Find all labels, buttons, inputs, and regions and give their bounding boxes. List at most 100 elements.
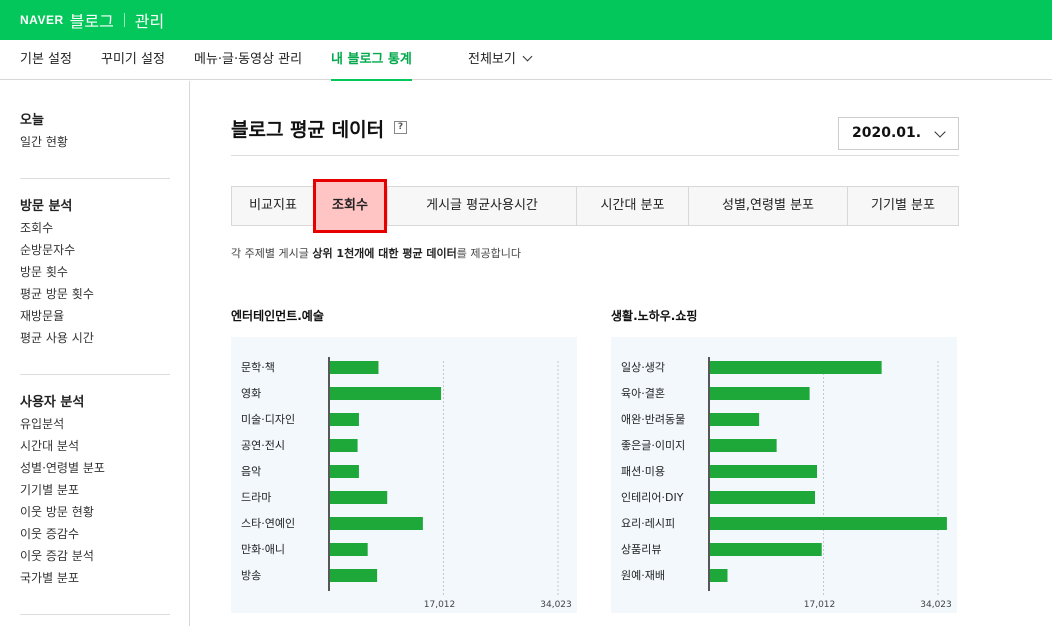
menu-view-all[interactable]: 전체보기 [468, 40, 533, 80]
sidebar-item-avg-time[interactable]: 평균 사용 시간 [20, 327, 170, 349]
chart-panel-living: 생활.노하우.쇼핑 17,012 34,023 일상·생각육아·결혼애완·반려동물좋… [611, 307, 957, 613]
bar-chart: 17,012 34,023 일상·생각육아·결혼애완·반려동물좋은글·이미지패션·미… [621, 357, 952, 610]
bar[interactable] [710, 361, 882, 374]
bar[interactable] [710, 491, 815, 504]
category-label: 영화 [241, 387, 261, 400]
sidebar-divider [20, 178, 170, 179]
category-label: 드라마 [241, 491, 271, 504]
category-label: 요리·레시피 [621, 517, 675, 530]
sidebar-item-device[interactable]: 기기별 분포 [20, 479, 170, 501]
sidebar-section-today: 오늘 일간 현황 [20, 109, 170, 153]
sidebar-item-neighbor-change[interactable]: 이웃 증감수 [20, 523, 170, 545]
view-all-label: 전체보기 [468, 52, 516, 67]
admin-label[interactable]: 관리 [135, 8, 164, 32]
page-title: 블로그 평균 데이터 [231, 119, 385, 141]
description-bold: 상위 1천개에 대한 평균 데이터 [312, 247, 457, 260]
help-icon[interactable]: ? [394, 121, 407, 134]
bar[interactable] [710, 387, 810, 400]
sidebar-section-title: 사용자 분석 [20, 395, 85, 410]
chart-title: 엔터테인먼트.예술 [231, 309, 324, 323]
category-label: 좋은글·이미지 [621, 439, 685, 452]
category-label: 미술·디자인 [241, 413, 295, 426]
tab-gender-age[interactable]: 성별,연령별 분포 [688, 187, 847, 225]
sidebar-item-country[interactable]: 국가별 분포 [20, 567, 170, 589]
menu-blog-stats[interactable]: 내 블로그 통계 [331, 40, 412, 81]
header-divider [123, 13, 125, 27]
bar[interactable] [330, 439, 358, 452]
category-label: 상품리뷰 [621, 543, 661, 556]
chart-area: 17,012 34,023 일상·생각육아·결혼애완·반려동물좋은글·이미지패션·미… [611, 337, 957, 613]
sidebar-item-views[interactable]: 조회수 [20, 217, 170, 239]
sidebar-item-revisit-rate[interactable]: 재방문율 [20, 305, 170, 327]
tab-avg-time[interactable]: 게시글 평균사용시간 [387, 187, 576, 225]
menu-content-manage[interactable]: 메뉴·글·동영상 관리 [194, 40, 302, 80]
tab-views[interactable]: 조회수 [313, 179, 387, 233]
category-label: 인테리어·DIY [621, 491, 684, 504]
category-label: 공연·전시 [241, 439, 285, 452]
sidebar-section-user: 사용자 분석 유입분석 시간대 분석 성별·연령별 분포 기기별 분포 이웃 방… [20, 391, 170, 589]
tick-label: 34,023 [540, 600, 572, 610]
menu-bar: 기본 설정 꾸미기 설정 메뉴·글·동영상 관리 내 블로그 통계 전체보기 [0, 40, 1052, 81]
category-label: 일상·생각 [621, 360, 665, 374]
tick-label: 17,012 [424, 600, 456, 610]
sidebar-item-visit-count[interactable]: 방문 횟수 [20, 261, 170, 283]
category-label: 육아·결혼 [621, 387, 665, 400]
sidebar-section-title: 오늘 [20, 113, 44, 128]
chart-area: 17,012 34,023 문학·책영화미술·디자인공연·전시음악드라마스타·연예인… [231, 337, 577, 613]
category-label: 패션·미용 [621, 465, 665, 478]
bar[interactable] [330, 517, 423, 530]
chevron-down-icon [522, 51, 533, 62]
sidebar-divider [20, 374, 170, 375]
chart-title: 생활.노하우.쇼핑 [611, 309, 698, 323]
bar-chart: 17,012 34,023 문학·책영화미술·디자인공연·전시음악드라마스타·연예인… [241, 357, 572, 610]
stats-tabs: 비교지표 조회수 게시글 평균사용시간 시간대 분포 성별,연령별 분포 기기별… [231, 179, 959, 233]
category-label: 만화·애니 [241, 543, 285, 556]
category-label: 문학·책 [241, 361, 275, 374]
bar[interactable] [330, 491, 388, 504]
menu-basic-settings[interactable]: 기본 설정 [20, 40, 72, 80]
sidebar-item-avg-visits[interactable]: 평균 방문 횟수 [20, 283, 170, 305]
bar[interactable] [710, 439, 777, 452]
sidebar-item-neighbor-visits[interactable]: 이웃 방문 현황 [20, 501, 170, 523]
chart-panel-entertainment: 엔터테인먼트.예술 17,012 34,023 문학·책영화미술·디자인공연·전시음… [231, 307, 577, 613]
title-divider [231, 155, 959, 156]
date-value: 2020.01. [852, 125, 922, 141]
category-label: 음악 [241, 465, 261, 478]
date-select[interactable]: 2020.01. [838, 117, 959, 150]
category-label: 방송 [241, 569, 261, 582]
sidebar-item-referral[interactable]: 유입분석 [20, 413, 170, 435]
sidebar-section-title: 방문 분석 [20, 199, 73, 214]
bar[interactable] [710, 543, 822, 556]
menu-design-settings[interactable]: 꾸미기 설정 [101, 40, 165, 80]
tab-compare[interactable]: 비교지표 [232, 187, 314, 225]
tab-time-distribution[interactable]: 시간대 분포 [576, 187, 688, 225]
sidebar-item-neighbor-analysis[interactable]: 이웃 증감 분석 [20, 545, 170, 567]
bar[interactable] [710, 517, 947, 530]
chevron-down-icon [934, 126, 946, 138]
bar[interactable] [330, 387, 442, 400]
bar[interactable] [710, 465, 818, 478]
bar[interactable] [330, 465, 359, 478]
sidebar-item-daily[interactable]: 일간 현황 [20, 131, 170, 153]
bar[interactable] [710, 413, 760, 426]
bar[interactable] [710, 569, 728, 582]
sidebar-item-unique-visitors[interactable]: 순방문자수 [20, 239, 170, 261]
tab-device[interactable]: 기기별 분포 [847, 187, 958, 225]
bar[interactable] [330, 543, 368, 556]
top-bar: NAVER 블로그 관리 [0, 0, 1052, 40]
sidebar-item-gender-age[interactable]: 성별·연령별 분포 [20, 457, 170, 479]
category-label: 스타·연예인 [241, 517, 295, 530]
description-text: 각 주제별 게시글 상위 1천개에 대한 평균 데이터를 제공합니다 [231, 247, 521, 260]
category-label: 원예·재배 [621, 569, 665, 582]
blog-brand[interactable]: 블로그 [70, 8, 114, 32]
sidebar: 오늘 일간 현황 방문 분석 조회수 순방문자수 방문 횟수 평균 방문 횟수 … [0, 81, 190, 626]
bar[interactable] [330, 361, 379, 374]
bar[interactable] [330, 413, 359, 426]
sidebar-item-time-analysis[interactable]: 시간대 분석 [20, 435, 170, 457]
category-label: 애완·반려동물 [621, 413, 685, 426]
bar[interactable] [330, 569, 378, 582]
tick-label: 34,023 [920, 600, 952, 610]
naver-logo[interactable]: NAVER [20, 13, 64, 27]
tick-label: 17,012 [804, 600, 836, 610]
sidebar-divider [20, 614, 170, 615]
